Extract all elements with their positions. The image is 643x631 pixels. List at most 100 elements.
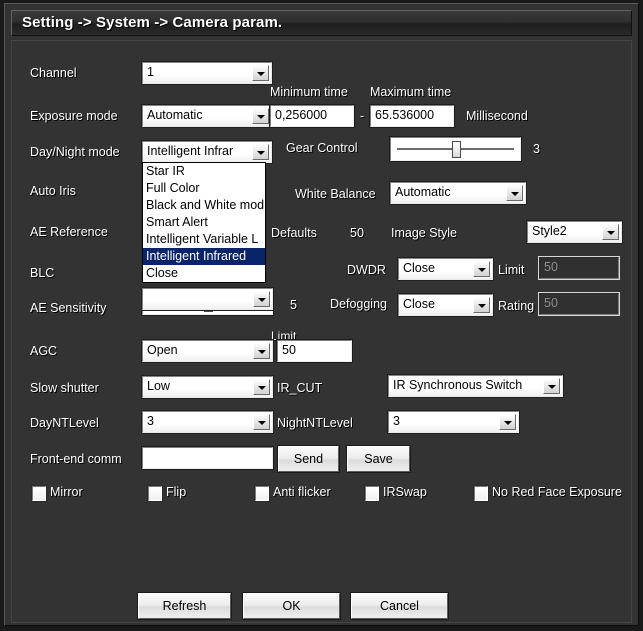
chevron-down-icon[interactable] bbox=[253, 414, 270, 430]
ae-sensitivity-value: 5 bbox=[290, 298, 297, 312]
image-style-label: Image Style bbox=[391, 226, 457, 240]
ir-cut-label: IR_CUT bbox=[277, 381, 322, 395]
camera-param-dialog: Setting -> System -> Camera param. Chann… bbox=[0, 0, 643, 631]
maximum-time-label: Maximum time bbox=[370, 85, 451, 99]
night-nt-level-value: 3 bbox=[393, 414, 400, 428]
minimum-time-label: Minimum time bbox=[270, 85, 348, 99]
white-balance-label: White Balance bbox=[295, 187, 376, 201]
day-nt-level-label: DayNTLevel bbox=[30, 416, 99, 430]
checkbox-label: Anti flicker bbox=[273, 485, 331, 499]
checkbox-label: Mirror bbox=[50, 485, 83, 499]
dropdown-option[interactable]: Smart Alert bbox=[143, 214, 265, 231]
ir-cut-select[interactable]: IR Synchronous Switch bbox=[388, 375, 563, 397]
ok-button[interactable]: OK bbox=[243, 593, 340, 619]
blc-select[interactable] bbox=[142, 288, 273, 310]
front-end-comm-label: Front-end comm bbox=[30, 452, 122, 466]
dwdr-limit-input[interactable]: 50 bbox=[539, 257, 619, 279]
slow-shutter-value: Low bbox=[147, 379, 170, 393]
time-range-separator: - bbox=[360, 109, 364, 123]
defogging-label: Defogging bbox=[330, 297, 387, 311]
front-end-comm-input[interactable] bbox=[142, 447, 273, 469]
ir-cut-value: IR Synchronous Switch bbox=[393, 378, 522, 392]
chevron-down-icon[interactable] bbox=[253, 343, 270, 359]
defogging-rating-label: Rating bbox=[498, 299, 534, 313]
chevron-down-icon[interactable] bbox=[602, 224, 619, 240]
slow-shutter-select[interactable]: Low bbox=[142, 376, 273, 398]
agc-limit-input[interactable]: 50 bbox=[277, 340, 352, 362]
chevron-down-icon[interactable] bbox=[253, 379, 270, 395]
exposure-mode-value: Automatic bbox=[147, 108, 203, 122]
defaults-label: Defaults bbox=[271, 226, 317, 240]
checkbox-box[interactable] bbox=[255, 486, 269, 501]
page-title: Setting -> System -> Camera param. bbox=[22, 14, 282, 31]
checkbox-label: IRSwap bbox=[383, 485, 427, 499]
night-nt-level-select[interactable]: 3 bbox=[388, 411, 519, 433]
chevron-down-icon[interactable] bbox=[473, 297, 490, 313]
dwdr-label: DWDR bbox=[347, 263, 386, 277]
cancel-button[interactable]: Cancel bbox=[351, 593, 448, 619]
gear-control-value: 3 bbox=[533, 142, 540, 156]
slow-shutter-label: Slow shutter bbox=[30, 381, 99, 395]
image-style-select[interactable]: Style2 bbox=[527, 221, 622, 243]
dropdown-option[interactable]: Black and White mod bbox=[143, 197, 265, 214]
dropdown-option[interactable]: Close bbox=[143, 265, 265, 282]
channel-label: Channel bbox=[30, 66, 77, 80]
checkbox-box[interactable] bbox=[365, 486, 379, 501]
chevron-down-icon[interactable] bbox=[506, 185, 523, 201]
dropdown-option[interactable]: Intelligent Variable L bbox=[143, 231, 265, 248]
dropdown-option[interactable]: Full Color bbox=[143, 180, 265, 197]
defogging-value: Close bbox=[403, 297, 435, 311]
save-button[interactable]: Save bbox=[347, 446, 410, 472]
checkbox-box[interactable] bbox=[148, 486, 162, 501]
minimum-time-input[interactable]: 0,256000 bbox=[270, 105, 354, 127]
checkbox-box[interactable] bbox=[474, 486, 488, 501]
gear-control-label: Gear Control bbox=[286, 141, 358, 155]
dwdr-select[interactable]: Close bbox=[398, 258, 493, 280]
gear-control-slider[interactable] bbox=[390, 137, 521, 161]
defogging-select[interactable]: Close bbox=[398, 294, 493, 316]
auto-iris-label: Auto Iris bbox=[30, 184, 76, 198]
dwdr-value: Close bbox=[403, 261, 435, 275]
image-style-value: Style2 bbox=[532, 224, 567, 238]
day-night-mode-select[interactable]: Intelligent Infrar bbox=[142, 141, 272, 163]
dropdown-option[interactable]: Star IR bbox=[143, 163, 265, 180]
chevron-down-icon[interactable] bbox=[252, 65, 269, 81]
chevron-down-icon[interactable] bbox=[252, 108, 269, 124]
day-night-mode-dropdown-list[interactable]: Star IR Full Color Black and White mod S… bbox=[142, 162, 266, 283]
dropdown-option-selected[interactable]: Intelligent Infrared bbox=[143, 248, 265, 265]
ae-reference-label: AE Reference bbox=[30, 225, 108, 239]
white-balance-select[interactable]: Automatic bbox=[390, 182, 526, 204]
maximum-time-input[interactable]: 65.536000 bbox=[370, 105, 454, 127]
chevron-down-icon[interactable] bbox=[543, 378, 560, 394]
ae-sensitivity-label: AE Sensitivity bbox=[30, 301, 106, 315]
checkbox-box[interactable] bbox=[32, 486, 46, 501]
send-button[interactable]: Send bbox=[278, 446, 339, 472]
agc-value: Open bbox=[147, 343, 178, 357]
maximum-time-value: 65.536000 bbox=[375, 108, 434, 122]
dwdr-limit-label: Limit bbox=[498, 263, 524, 277]
title-bar: Setting -> System -> Camera param. bbox=[11, 10, 632, 36]
blc-label: BLC bbox=[30, 266, 54, 280]
defogging-rating-input[interactable]: 50 bbox=[539, 293, 619, 315]
exposure-mode-select[interactable]: Automatic bbox=[142, 105, 272, 127]
night-nt-level-label: NightNTLevel bbox=[277, 416, 353, 430]
chevron-down-icon[interactable] bbox=[253, 291, 270, 307]
chevron-down-icon[interactable] bbox=[252, 144, 269, 160]
refresh-button[interactable]: Refresh bbox=[138, 593, 231, 619]
day-nt-level-select[interactable]: 3 bbox=[142, 411, 273, 433]
chevron-down-icon[interactable] bbox=[499, 414, 516, 430]
dwdr-limit-value: 50 bbox=[544, 260, 558, 274]
checkbox-label: Flip bbox=[166, 485, 186, 499]
window-frame: Setting -> System -> Camera param. Chann… bbox=[4, 3, 639, 626]
channel-value: 1 bbox=[147, 65, 154, 79]
slider-thumb[interactable] bbox=[452, 141, 461, 158]
agc-select[interactable]: Open bbox=[142, 340, 273, 362]
channel-select[interactable]: 1 bbox=[142, 62, 272, 84]
agc-label: AGC bbox=[30, 344, 57, 358]
defogging-rating-value: 50 bbox=[544, 296, 558, 310]
exposure-mode-label: Exposure mode bbox=[30, 109, 118, 123]
checkbox-label: No Red Face Exposure bbox=[492, 485, 622, 499]
chevron-down-icon[interactable] bbox=[473, 261, 490, 277]
defaults-value: 50 bbox=[350, 226, 364, 240]
day-night-mode-value: Intelligent Infrar bbox=[147, 144, 251, 158]
